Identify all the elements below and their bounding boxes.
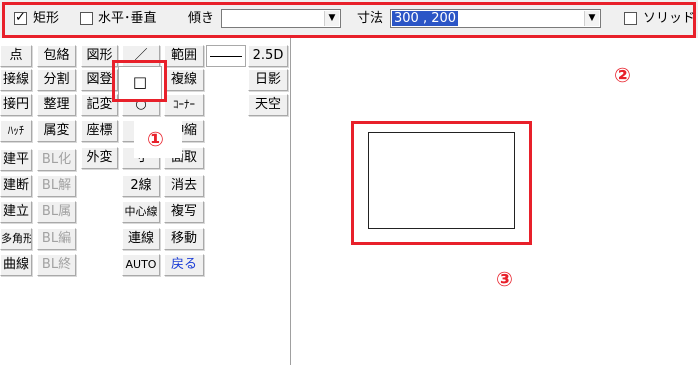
cmd-building-elevation-button[interactable]: 建立 [0, 201, 32, 223]
angle-combo[interactable]: ▼ [221, 9, 341, 28]
top-toolbar: 矩形 水平･垂直 傾き ▼ 寸法 300 , 200 ▼ ソリッド [0, 0, 698, 38]
cmd-centerline-button[interactable]: 中心線 [122, 201, 160, 223]
solid-checkbox[interactable] [624, 12, 637, 25]
cmd-block-end-button: BL終 [37, 254, 76, 276]
cmd-tangent-line-button[interactable]: 接線 [0, 69, 32, 91]
cmd-coordinates-button[interactable]: 座標 [81, 120, 118, 142]
rect-mode-label: 矩形 [33, 11, 60, 26]
line-type-preview[interactable] [206, 45, 246, 67]
cmd-building-plan-button[interactable]: 建平 [0, 149, 32, 171]
cmd-block-create-button: BL化 [37, 149, 76, 171]
cmd-block-edit-button: BL編 [37, 228, 76, 250]
cmd-offset-button[interactable]: 複線 [164, 69, 204, 91]
cmd-corner-button[interactable]: ｺｰﾅｰ [164, 94, 204, 116]
cmd-attribute-change-button[interactable]: 属変 [37, 120, 76, 142]
solid-label: ソリッド [643, 11, 696, 26]
chevron-down-icon[interactable]: ▼ [584, 11, 599, 26]
annotation-step1: ① [147, 127, 164, 151]
cmd-curve-button[interactable]: 曲線 [0, 254, 32, 276]
cmd-external-change-button[interactable]: 外変 [81, 147, 118, 169]
cmd-connect-line-button[interactable]: 連線 [122, 228, 160, 250]
rectangle-tool-highlight [112, 60, 167, 102]
cmd-cleanup-button[interactable]: 整理 [37, 94, 76, 116]
chevron-down-icon[interactable]: ▼ [324, 11, 339, 26]
rect-mode-checkbox[interactable] [14, 10, 27, 25]
size-label: 寸法 [357, 11, 384, 26]
cmd-range-button[interactable]: 範囲 [164, 45, 204, 67]
cmd-sky-factor-button[interactable]: 天空 [248, 94, 288, 116]
cmd-envelope-button[interactable]: 包絡 [37, 45, 76, 67]
hv-mode-checkbox[interactable] [80, 12, 93, 25]
cmd-2-5d-button[interactable]: 2.5D [248, 45, 288, 67]
cmd-erase-button[interactable]: 消去 [164, 175, 204, 197]
size-combo[interactable]: 300 , 200 ▼ [390, 9, 601, 28]
line-type-sample [210, 56, 242, 57]
cmd-polygon-button[interactable]: 多角形 [0, 228, 32, 250]
cmd-block-attribute-button: BL属 [37, 201, 76, 223]
hv-mode-label: 水平･垂直 [98, 11, 157, 26]
annotation-step3: ③ [496, 267, 513, 291]
drawn-rectangle[interactable] [368, 132, 515, 229]
cmd-sun-shadow-button[interactable]: 日影 [248, 69, 288, 91]
cmd-double-line-button[interactable]: 2線 [122, 175, 160, 197]
size-value[interactable]: 300 , 200 [392, 11, 459, 26]
cmd-tangent-circle-button[interactable]: 接円 [0, 94, 32, 116]
cmd-back-button[interactable]: 戻る [164, 254, 204, 276]
annotation-step2: ② [614, 63, 631, 87]
angle-value [223, 11, 227, 26]
angle-label: 傾き [188, 11, 215, 26]
cmd-auto-button[interactable]: AUTO [122, 254, 160, 276]
cmd-divide-button[interactable]: 分割 [37, 69, 76, 91]
cmd-move-button[interactable]: 移動 [164, 228, 204, 250]
cmd-copy-button[interactable]: 複写 [164, 201, 204, 223]
cmd-building-section-button[interactable]: 建断 [0, 175, 32, 197]
cmd-hatch-button[interactable]: ﾊｯﾁ [0, 120, 32, 142]
cmd-point-button[interactable]: 点 [0, 45, 32, 67]
cmd-block-explode-button: BL解 [37, 175, 76, 197]
